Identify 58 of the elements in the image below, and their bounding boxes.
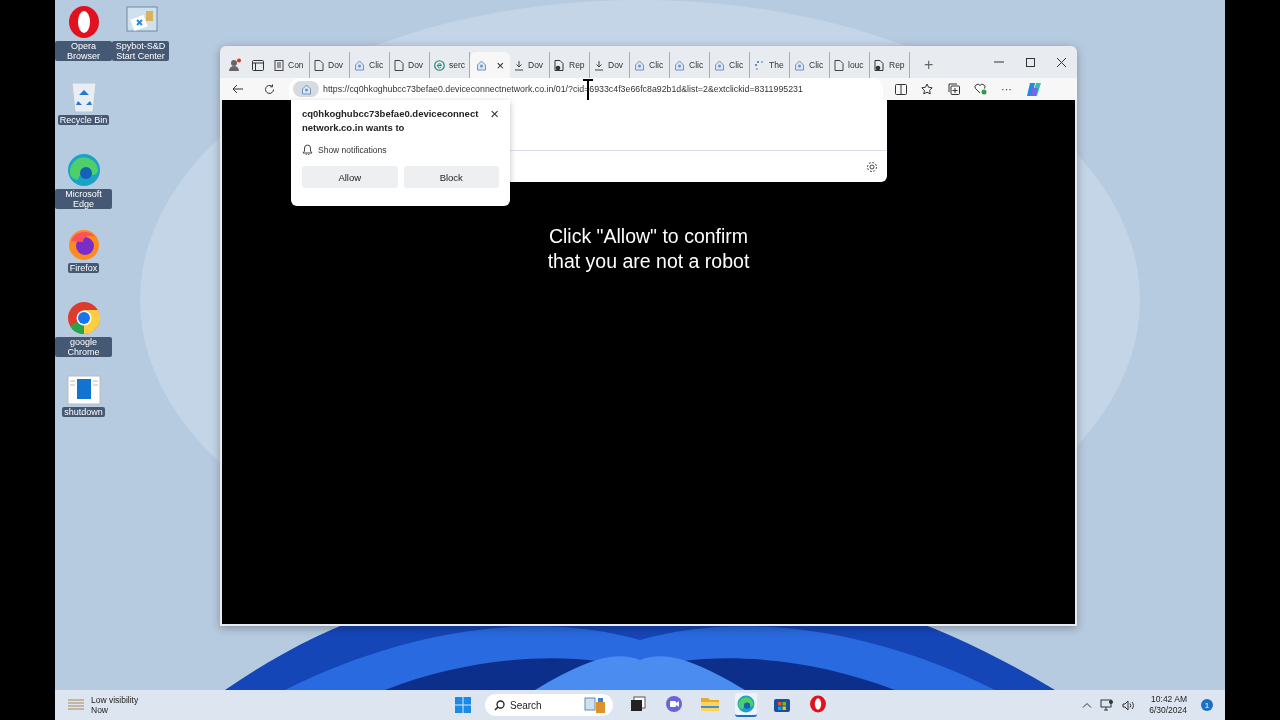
- search-highlight-icon: [583, 696, 607, 714]
- page-icon: [554, 59, 565, 71]
- maximize-icon[interactable]: [1026, 57, 1035, 67]
- browser-tab[interactable]: ×: [470, 52, 510, 78]
- weather-condition[interactable]: Low visibility: [91, 695, 139, 705]
- download-icon: [514, 59, 524, 71]
- close-tab-button[interactable]: ×: [496, 57, 504, 73]
- close-icon[interactable]: [1057, 57, 1066, 67]
- desktop-icon-label[interactable]: Firefox: [67, 263, 100, 273]
- desktop-icon-label[interactable]: shutdown: [62, 407, 105, 417]
- page-icon: [874, 59, 885, 71]
- copilot-icon[interactable]: [1026, 81, 1042, 97]
- block-button[interactable]: Block: [403, 166, 499, 188]
- page-message: Click "Allow" to confirm: [548, 224, 749, 249]
- new-tab-button[interactable]: +: [920, 52, 938, 78]
- clock-time[interactable]: 10:42 AM: [1151, 694, 1187, 705]
- desktop-icon-label[interactable]: Spybot-S&D Start Center: [112, 41, 169, 61]
- refresh-icon[interactable]: [264, 83, 275, 95]
- notification-badge[interactable]: 1: [1201, 699, 1213, 711]
- popup-origin: cq0hkoghubcc73befae0.deviceconnectnetwork.co.in wants to: [302, 107, 480, 135]
- health-icon[interactable]: [974, 83, 987, 95]
- loading-icon: [754, 59, 765, 71]
- edge-icon[interactable]: [735, 693, 757, 717]
- desktop-icon-label[interactable]: google Chrome: [55, 337, 112, 357]
- start-icon[interactable]: [455, 697, 471, 713]
- page-message: that you are not a robot: [547, 249, 750, 274]
- settings-icon[interactable]: [866, 160, 878, 173]
- edge-icon[interactable]: [66, 153, 101, 187]
- desktop-icon-label[interactable]: Microsoft Edge: [55, 189, 112, 209]
- opera-icon[interactable]: [66, 5, 101, 39]
- document-icon[interactable]: [66, 375, 101, 405]
- chevron-up-icon[interactable]: [1082, 702, 1093, 708]
- back-icon[interactable]: [232, 84, 244, 94]
- clock-date[interactable]: 6/30/2024: [1149, 705, 1187, 716]
- chrome-icon[interactable]: [66, 301, 101, 335]
- allow-button[interactable]: Allow: [302, 166, 398, 188]
- close-button[interactable]: ×: [490, 107, 499, 121]
- download-icon: [594, 59, 604, 71]
- weather-time[interactable]: Now: [91, 705, 139, 715]
- document-icon: [274, 59, 284, 71]
- firefox-icon[interactable]: [66, 227, 101, 261]
- collections-icon[interactable]: [948, 83, 960, 95]
- split-screen-icon[interactable]: [895, 83, 907, 95]
- volume-icon[interactable]: [1122, 699, 1136, 711]
- site-info-button[interactable]: [293, 81, 319, 97]
- favorites-icon[interactable]: [921, 83, 934, 95]
- profile-icon[interactable]: [228, 58, 242, 72]
- desktop-icon-label[interactable]: Opera Browser: [55, 41, 112, 61]
- page-icon: [394, 59, 404, 71]
- permission-label: Show notifications: [318, 144, 387, 155]
- desktop-icon-label[interactable]: Recycle Bin: [57, 115, 110, 125]
- e-logo-icon: [434, 59, 445, 71]
- page-icon: [834, 59, 844, 71]
- more-button[interactable]: ···: [1001, 83, 1012, 95]
- page-icon: [314, 59, 324, 71]
- workspaces-icon[interactable]: [252, 59, 264, 71]
- network-icon[interactable]: [1100, 699, 1115, 711]
- search-icon: [494, 700, 505, 711]
